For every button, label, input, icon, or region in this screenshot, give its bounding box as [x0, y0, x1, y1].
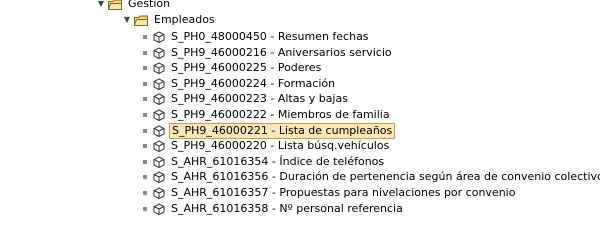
tree-connector-dot [143, 191, 147, 195]
tree-node-label: Empleados [154, 13, 215, 26]
tree-item-label: S_PH9_46000222 - Miembros de familia [171, 108, 390, 121]
tree-item-label: S_AHR_61016356 - Duración de pertenencia… [171, 170, 600, 184]
report-cube-icon [153, 31, 165, 43]
report-cube-icon [153, 47, 165, 59]
tree-item-label: S_PH9_46000216 - Aniversarios servicio [171, 45, 392, 59]
tree-item-label: S_PH9_46000223 - Altas y bajas [171, 92, 348, 106]
folder-open-icon [134, 15, 148, 26]
tree-item[interactable]: S_AHR_61016357 - Propuestas para nivelac… [143, 185, 517, 201]
tree-connector-dot [143, 97, 147, 102]
report-cube-icon [153, 62, 165, 75]
tree-item[interactable]: S_AHR_61016354 - Índice de teléfonos [143, 154, 386, 170]
tree-connector-dot [143, 35, 147, 39]
report-cube-icon [153, 203, 165, 215]
tree-item-label: S_AHR_61016354 - Índice de teléfonos [171, 154, 385, 168]
report-cube-icon [153, 78, 165, 90]
tree-item[interactable]: S_PH9_46000223 - Altas y bajas [143, 91, 350, 107]
tree-node-label: Gestión [128, 0, 171, 10]
tree-item-label: S_PH9_46000225 - Poderes [171, 61, 322, 75]
report-cube-icon [153, 140, 165, 153]
tree-connector-dot [143, 144, 147, 149]
tree-connector-dot [143, 175, 147, 180]
tree-item[interactable]: S_PH9_46000222 - Miembros de familia [143, 107, 392, 123]
tree-item[interactable]: S_AHR_61016356 - Duración de pertenencia… [143, 169, 600, 185]
expand-arrow-icon[interactable]: ▼ [122, 12, 132, 28]
tree-item-label: S_PH9_46000224 - Formación [171, 76, 336, 90]
tree-item[interactable]: S_PH9_46000225 - Poderes [143, 60, 323, 76]
tree-connector-dot [143, 128, 147, 133]
report-cube-icon [153, 125, 165, 137]
tree-connector-dot [143, 50, 147, 55]
tree-node-empleados[interactable]: ▼ Empleados [122, 12, 217, 28]
tree-item[interactable]: S_PH9_46000220 - Lista búsq.vehículos [143, 138, 391, 154]
tree-connector-dot [143, 206, 147, 211]
folder-open-icon [108, 0, 122, 10]
report-cube-icon [153, 156, 165, 168]
tree-connector-dot [143, 66, 147, 71]
tree-item-label: S_AHR_61016358 - Nº personal referencia [171, 201, 403, 215]
report-cube-icon [153, 93, 165, 106]
tree-connector-dot [143, 113, 147, 117]
report-cube-icon [153, 109, 165, 121]
tree-item[interactable]: S_PH9_46000224 - Formación [143, 76, 337, 92]
report-cube-icon [153, 187, 165, 199]
tree-connector-dot [143, 81, 147, 86]
report-cube-icon [153, 171, 165, 184]
tree-view: ▼ Gestión ▼ Empleados S_PH0_48000450 - R… [0, 0, 600, 215]
tree-item-label: S_PH9_46000220 - Lista búsq.vehículos [171, 139, 390, 153]
expand-arrow-icon[interactable]: ▼ [96, 0, 106, 12]
tree-node-gestion[interactable]: ▼ Gestión [96, 0, 172, 12]
tree-item[interactable]: S_AHR_61016358 - Nº personal referencia [143, 201, 405, 217]
tree-item-label: S_AHR_61016357 - Propuestas para nivelac… [171, 186, 516, 199]
tree-item[interactable]: S_PH9_46000216 - Aniversarios servicio [143, 45, 394, 61]
tree-item-label-selected: S_PH9_46000221 - Lista de cumpleaños [169, 122, 396, 139]
tree-connector-dot [143, 159, 147, 164]
tree-item-label: S_PH0_48000450 - Resumen fechas [171, 30, 369, 43]
tree-item[interactable]: S_PH9_46000221 - Lista de cumpleaños [143, 122, 396, 139]
tree-item[interactable]: S_PH0_48000450 - Resumen fechas [143, 29, 371, 45]
